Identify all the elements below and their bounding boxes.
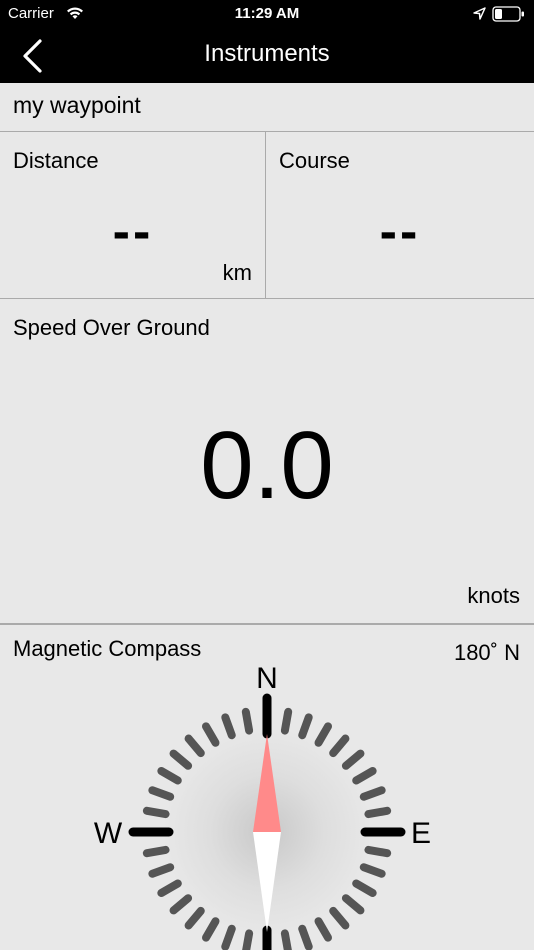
compass-minor-tick [221,924,236,950]
compass-minor-tick [221,713,236,740]
compass-dial: N W E [94,662,431,950]
compass-minor-tick [202,722,220,747]
compass-minor-tick [341,749,365,770]
compass-label: Magnetic Compass [13,636,202,661]
navigation-bar: Instruments [0,28,534,83]
compass-minor-tick [352,879,377,897]
course-panel: Course -- [266,132,534,299]
compass-minor-tick [314,722,332,747]
compass-west-label: W [94,817,123,850]
status-time: 11:29 AM [234,5,300,22]
distance-panel: Distance -- km [0,132,266,299]
compass-panel: N W E Magnetic Compass 180˚ N [0,626,534,950]
status-bar: Carrier 11:29 AM [0,0,534,28]
compass-minor-tick [157,879,182,897]
compass-north-label: N [256,662,278,695]
compass-minor-tick [142,806,170,819]
compass-minor-tick [169,894,193,915]
course-label: Course [279,148,350,173]
compass-minor-tick [359,863,386,878]
course-value: -- [379,203,421,261]
compass-minor-tick [184,906,205,930]
compass-minor-tick [329,906,350,930]
speed-panel: Speed Over Ground 0.0 knots [0,299,534,625]
compass-minor-tick [341,894,365,915]
battery-icon [492,6,524,22]
compass-minor-tick [280,707,293,735]
compass-minor-tick [280,929,292,950]
compass-minor-tick [359,786,386,801]
compass-minor-tick [298,924,313,950]
compass-minor-tick [314,917,332,942]
compass-minor-tick [157,767,182,785]
compass-minor-tick [241,707,254,735]
compass-minor-tick [364,845,392,858]
compass-heading: 180˚ N [453,640,520,665]
waypoint-row[interactable]: my waypoint [0,83,534,132]
compass-minor-tick [364,806,392,819]
compass-minor-tick [329,734,350,758]
compass-minor-tick [352,767,377,785]
distance-unit: km [222,260,252,285]
compass-minor-tick [148,786,175,801]
speed-unit: knots [467,583,520,608]
location-arrow-icon [473,7,486,20]
compass-minor-tick [142,845,170,858]
distance-value: -- [112,203,154,261]
speed-value: 0.0 [200,412,334,519]
compass-minor-tick [298,713,313,740]
compass-minor-tick [184,734,205,758]
page-title: Instruments [204,40,330,67]
compass-minor-tick [242,929,254,950]
speed-label: Speed Over Ground [13,315,210,340]
compass-minor-tick [148,863,175,878]
waypoint-name: my waypoint [13,92,141,118]
compass-minor-tick [202,917,220,942]
compass-east-label: E [411,817,431,850]
compass-minor-tick [169,749,193,770]
distance-label: Distance [13,148,99,173]
